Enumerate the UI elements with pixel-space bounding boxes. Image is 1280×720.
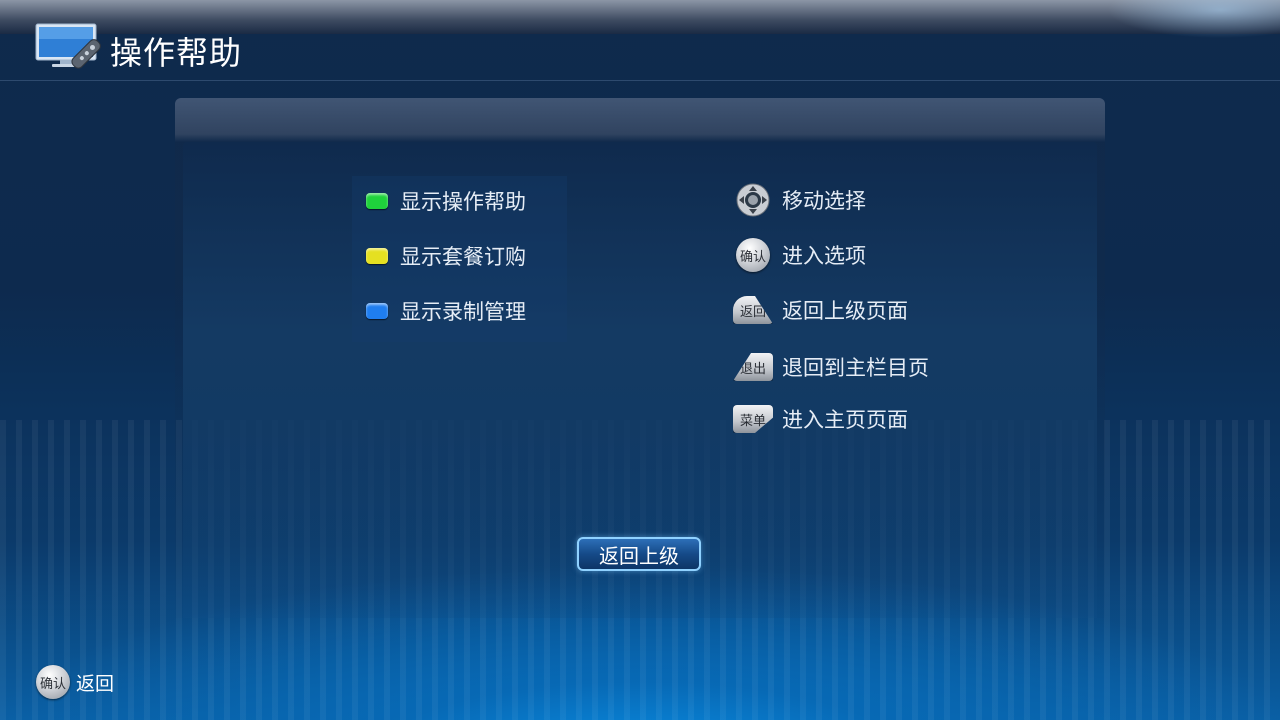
menu-key-icon: 菜单 — [732, 401, 774, 437]
footer-label: 返回 — [76, 672, 115, 695]
tv-remote-icon — [35, 23, 101, 69]
help-item-label: 退回到主栏目页 — [782, 356, 929, 380]
help-item-show-help: 显示操作帮助 — [366, 181, 526, 221]
help-item-home: 菜单 进入主页页面 — [732, 399, 908, 439]
help-item-label: 显示录制管理 — [400, 300, 526, 324]
help-item-label: 显示操作帮助 — [400, 190, 526, 214]
ok-key-icon: 确认 — [732, 237, 774, 273]
help-item-label: 进入选项 — [782, 244, 866, 268]
blue-key-icon — [366, 303, 388, 319]
help-item-label: 进入主页页面 — [782, 408, 908, 432]
back-to-parent-button[interactable]: 返回上级 — [577, 537, 701, 571]
top-flare — [1020, 0, 1280, 60]
yellow-key-icon — [366, 248, 388, 264]
help-item-exit: 退出 退回到主栏目页 — [732, 347, 929, 387]
page-title: 操作帮助 — [110, 34, 243, 72]
help-item-show-packages: 显示套餐订购 — [366, 236, 526, 276]
footer-hint: 确认 返回 — [36, 665, 114, 699]
header-divider — [0, 80, 1280, 81]
help-item-show-recordings: 显示录制管理 — [366, 291, 526, 331]
dpad-icon — [732, 182, 774, 218]
help-item-label: 显示套餐订购 — [400, 245, 526, 269]
help-item-label: 移动选择 — [782, 189, 866, 213]
help-item-move-select: 移动选择 — [732, 180, 866, 220]
exit-key-icon: 退出 — [732, 349, 774, 385]
help-item-label: 返回上级页面 — [782, 299, 908, 323]
ok-key-icon: 确认 — [36, 665, 70, 699]
back-key-icon: 返回 — [732, 292, 774, 328]
green-key-icon — [366, 193, 388, 209]
help-item-back: 返回 返回上级页面 — [732, 290, 908, 330]
help-item-enter-option: 确认 进入选项 — [732, 235, 866, 275]
